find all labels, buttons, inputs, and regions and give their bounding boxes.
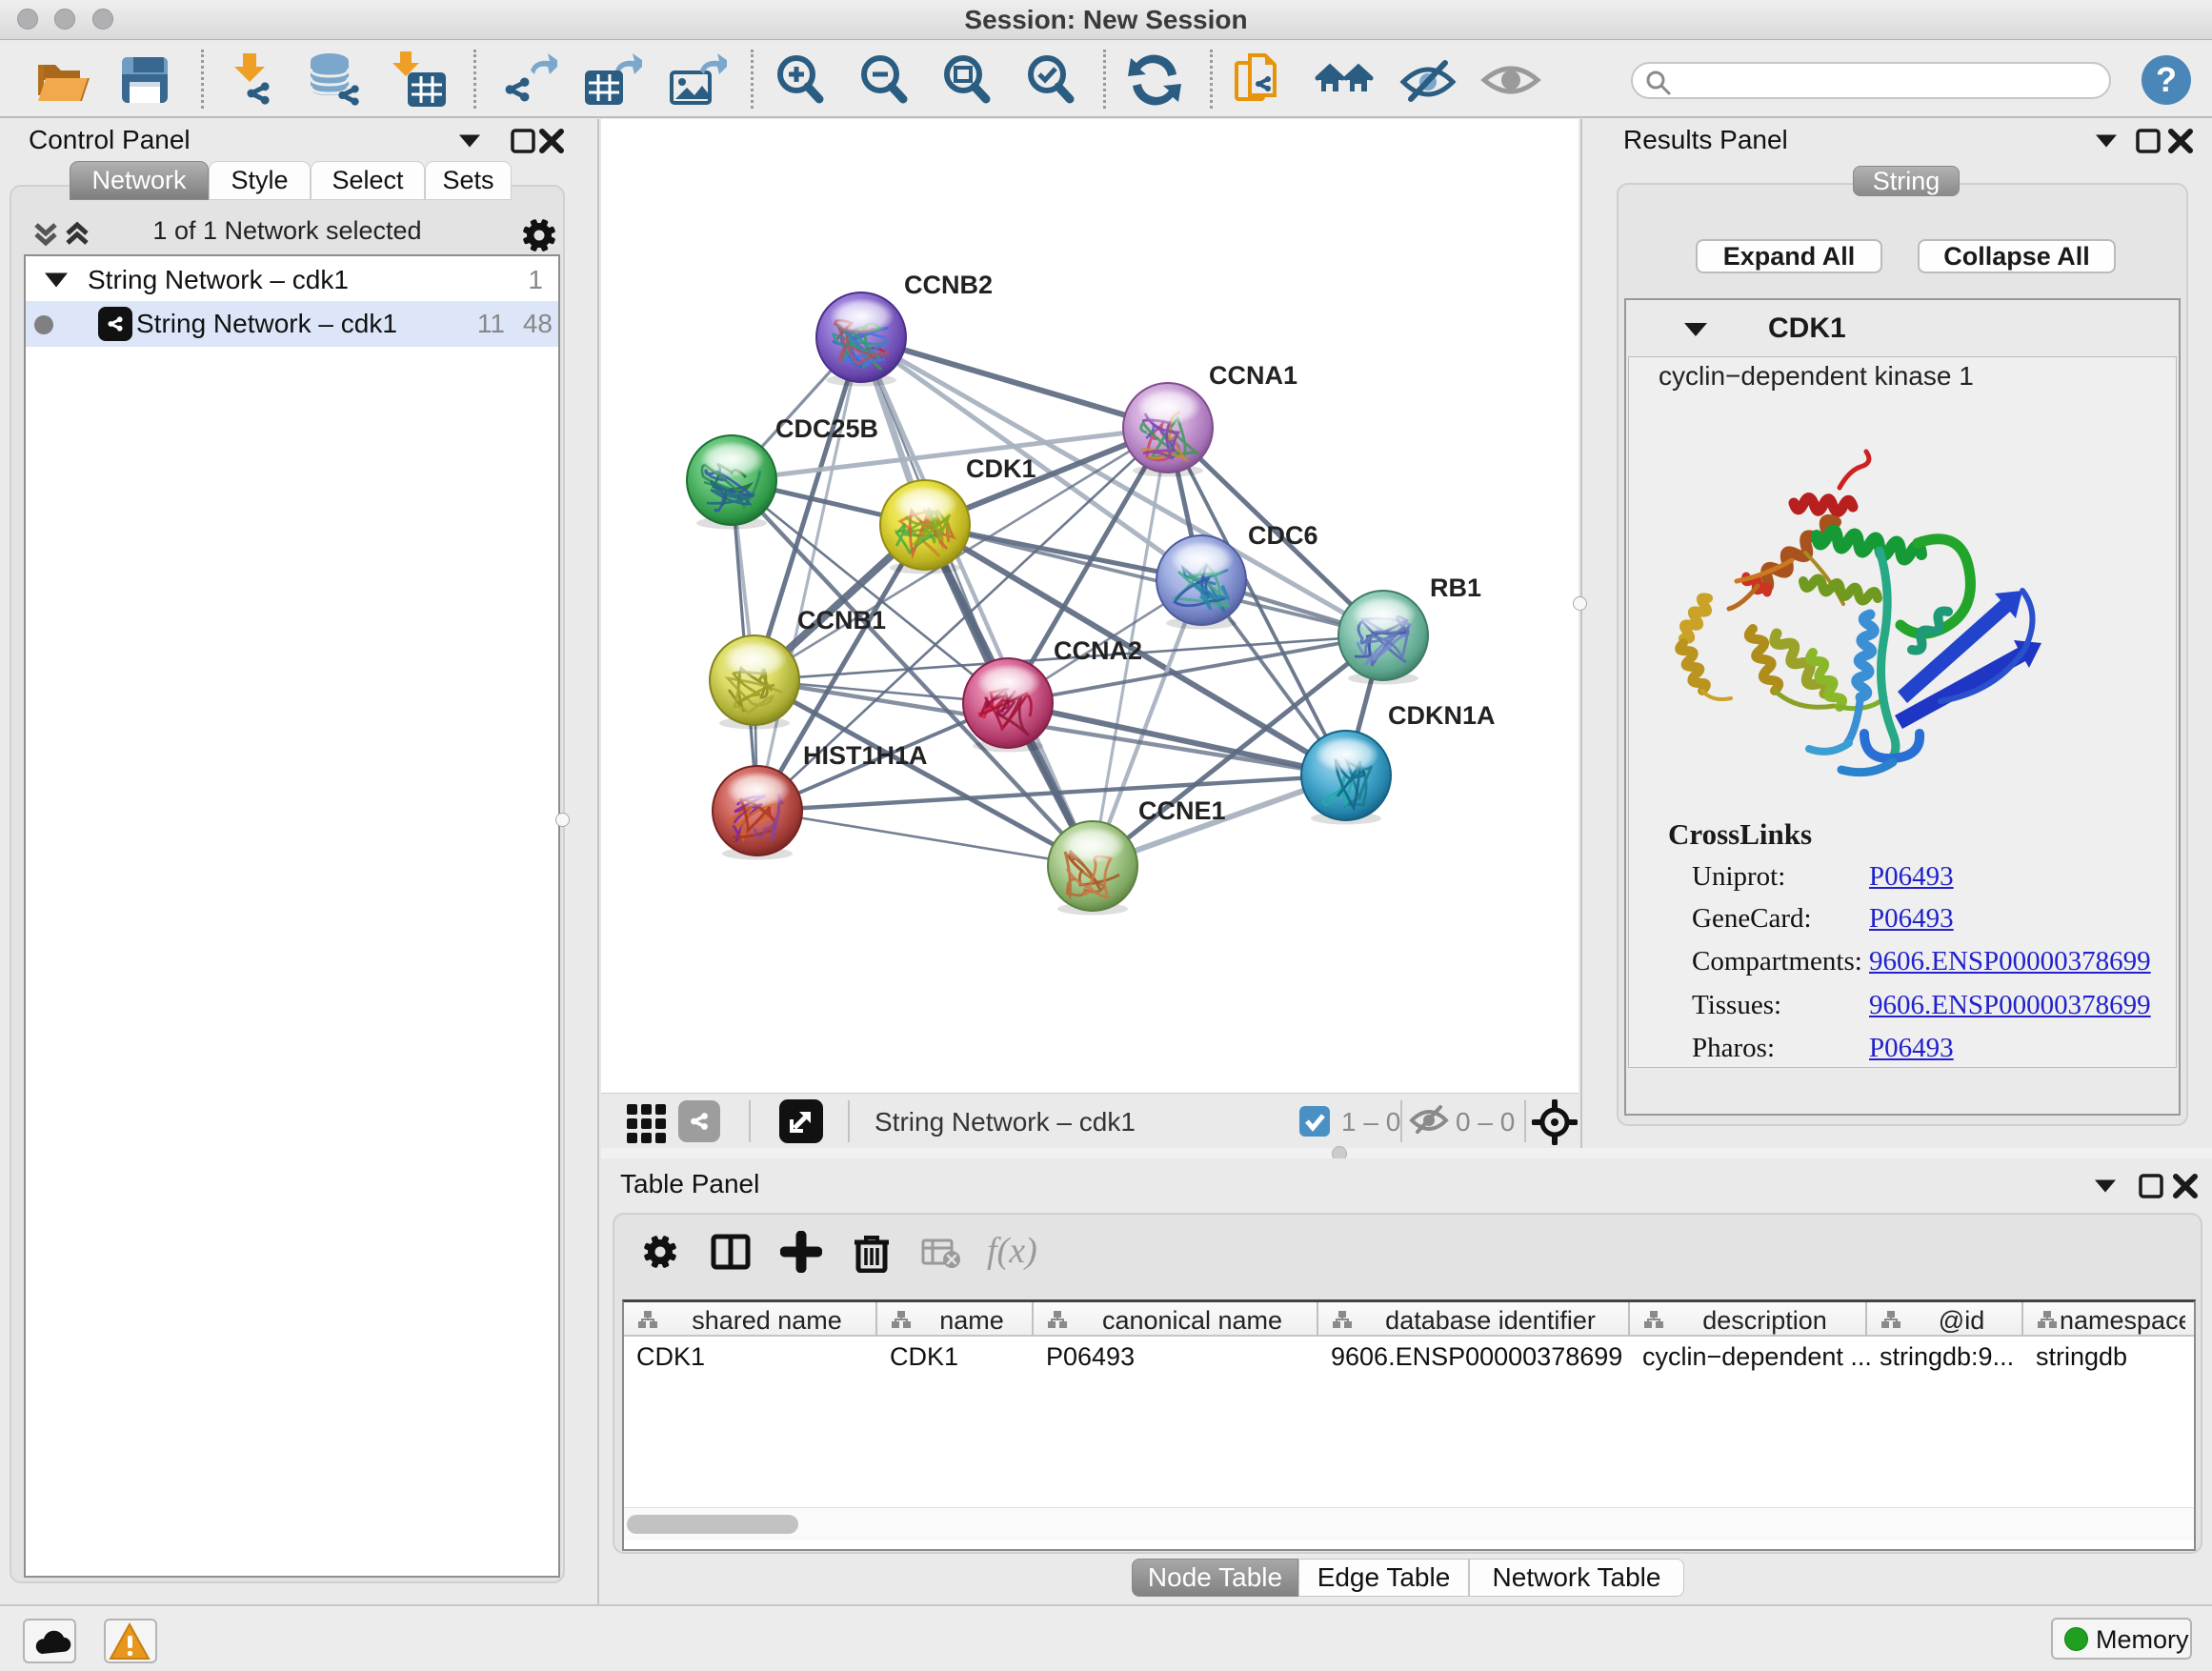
svg-text:CDK1: CDK1 xyxy=(966,454,1036,483)
svg-text:HIST1H1A: HIST1H1A xyxy=(803,741,928,770)
svg-text:RB1: RB1 xyxy=(1430,574,1481,602)
svg-text:CDC25B: CDC25B xyxy=(775,414,878,443)
svg-text:CDKN1A: CDKN1A xyxy=(1388,701,1496,730)
svg-text:CCNB2: CCNB2 xyxy=(904,271,993,299)
svg-text:CCNB1: CCNB1 xyxy=(797,606,886,634)
svg-text:CCNA2: CCNA2 xyxy=(1054,636,1142,665)
svg-text:CCNA1: CCNA1 xyxy=(1209,361,1297,390)
svg-text:CDC6: CDC6 xyxy=(1248,521,1318,550)
svg-text:CCNE1: CCNE1 xyxy=(1138,796,1226,825)
